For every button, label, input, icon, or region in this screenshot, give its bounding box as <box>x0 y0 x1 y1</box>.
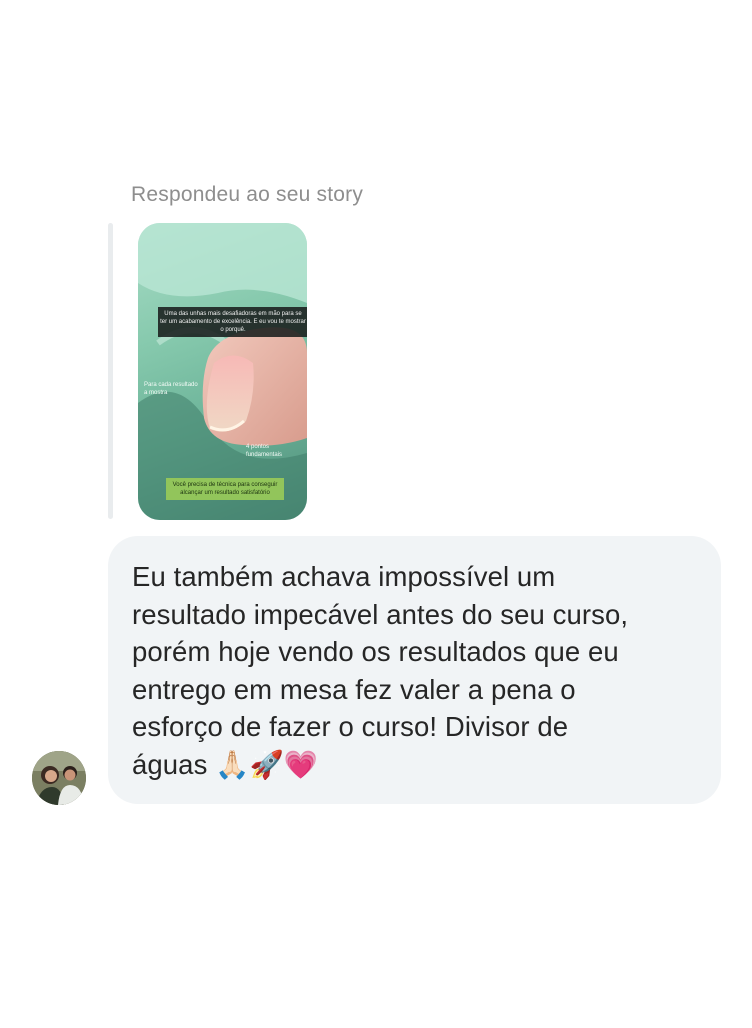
message-line: entrego em mesa fez valer a pena o <box>132 673 576 705</box>
avatar-photo <box>32 751 86 805</box>
message-bubble[interactable]: Eu também achava impossível um resultado… <box>108 536 721 804</box>
message-line: esforço de fazer o curso! Divisor de <box>132 711 569 742</box>
reply-quote-bar <box>108 223 113 519</box>
message-text: Eu também achava impossível um resultado… <box>132 558 693 783</box>
message-line: Eu também achava impossível um <box>132 561 556 592</box>
story-photo <box>138 223 307 520</box>
reply-header-label: Respondeu ao seu story <box>131 183 364 206</box>
story-caption-right: 4 pontos fundamentais <box>246 444 283 459</box>
story-thumbnail[interactable]: Uma das unhas mais desafiadoras em mão p… <box>138 223 307 520</box>
message-line: águas 🙏🏻🚀💗 <box>132 748 319 780</box>
message-line: porém hoje vendo os resultados que eu <box>132 636 619 667</box>
story-caption-left: Para cada resultado a mostra <box>144 382 198 397</box>
sender-avatar[interactable] <box>32 751 86 805</box>
story-caption-top: Uma das unhas mais desafiadoras em mão p… <box>158 307 307 338</box>
message-line: resultado impecável antes do seu curso, <box>132 598 629 630</box>
story-caption-bottom: Você precisa de técnica para conseguir a… <box>166 478 284 501</box>
